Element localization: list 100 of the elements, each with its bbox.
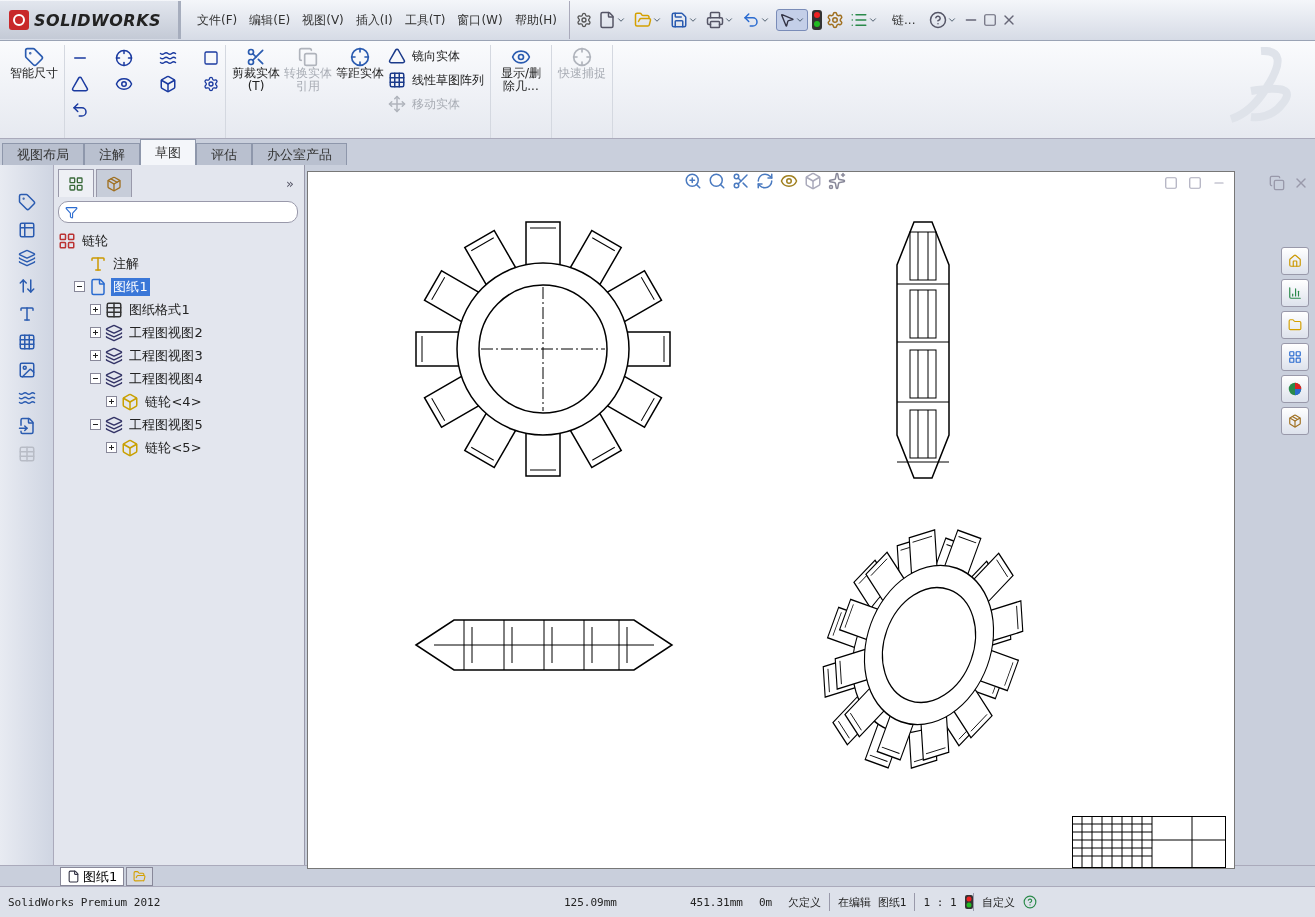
expand-toggle-icon[interactable]	[90, 327, 102, 338]
product-name: SolidWorks Premium 2012	[7, 895, 162, 909]
filter-field[interactable]	[58, 201, 298, 223]
tree-item[interactable]: 图纸1	[111, 277, 150, 296]
rectangle-icon[interactable]	[203, 49, 219, 67]
grid-icon[interactable]	[17, 333, 36, 351]
move-icon	[388, 95, 406, 113]
smart-dimension-button[interactable]: 智能尺寸	[10, 45, 58, 82]
editing-status: 在编辑 图纸1	[837, 894, 908, 910]
tree-item[interactable]: 图纸格式1	[127, 300, 192, 319]
wave-icon[interactable]	[17, 389, 36, 407]
y-coordinate: 451.31mm	[689, 895, 744, 909]
caret-icon	[652, 15, 663, 25]
table-icon[interactable]	[17, 221, 36, 239]
property-icon	[106, 175, 123, 192]
tree-item[interactable]: 链轮<5>	[143, 438, 204, 457]
expand-panel-glyph[interactable]: »	[286, 175, 294, 191]
command-tab[interactable]: 评估	[196, 143, 252, 165]
caret-icon	[724, 15, 735, 25]
menu-item[interactable]: 文件(F)	[191, 7, 244, 33]
swap-icon[interactable]	[17, 277, 36, 295]
pointer-icon	[779, 12, 796, 28]
expand-toggle-icon[interactable]	[106, 442, 118, 453]
explorer-button[interactable]	[1281, 311, 1309, 339]
tree-item[interactable]: 工程图视图5	[127, 415, 205, 434]
sheet-tab[interactable]: 图纸1	[60, 867, 125, 886]
linear-pattern-icon	[388, 71, 406, 89]
circle-icon[interactable]	[115, 49, 133, 67]
ribbon-tool[interactable]: 等距实体	[336, 45, 384, 82]
library-button[interactable]	[1281, 279, 1309, 307]
caret-icon	[760, 15, 771, 25]
command-tab[interactable]: 视图布局	[2, 143, 84, 165]
expand-toggle-icon[interactable]	[106, 396, 118, 407]
undo-icon	[742, 11, 761, 29]
tree-item[interactable]: 链轮<4>	[143, 392, 204, 411]
feature-tree-tab[interactable]	[58, 169, 95, 197]
file-icon[interactable]	[17, 417, 36, 435]
expand-toggle-icon[interactable]	[90, 350, 102, 361]
command-tab[interactable]: 草图	[140, 139, 196, 165]
folder-icon	[133, 870, 147, 883]
caret-icon	[795, 15, 806, 25]
caret-icon	[688, 15, 699, 25]
menu-item[interactable]: 帮助(H)	[508, 7, 564, 33]
ribbon-tool[interactable]: 线性草图阵列	[388, 71, 484, 89]
save-icon	[670, 11, 689, 29]
traffic-light-icon[interactable]	[812, 10, 823, 30]
spline-icon[interactable]	[159, 49, 177, 67]
command-tab[interactable]: 注解	[84, 143, 140, 165]
list-icon	[850, 11, 869, 29]
ribbon-tool[interactable]: 显示/删除几...	[497, 45, 545, 95]
layers-icon[interactable]	[17, 249, 36, 267]
options-icon[interactable]	[826, 11, 845, 29]
menu-item[interactable]: 编辑(E)	[243, 7, 297, 33]
sheet-scale: 1 : 1	[922, 895, 958, 909]
help-icon	[929, 11, 948, 29]
tag-icon[interactable]	[17, 193, 36, 211]
tree-item[interactable]: 链轮	[80, 231, 111, 250]
palette-button[interactable]	[1281, 343, 1309, 371]
properties-panel-button[interactable]	[1281, 407, 1309, 435]
appearance-button[interactable]	[1281, 375, 1309, 403]
collapse-toggle-icon[interactable]	[90, 373, 102, 384]
printer-icon	[706, 11, 725, 29]
property-tab[interactable]	[96, 169, 133, 197]
menu-item[interactable]: 插入(I)	[349, 7, 399, 33]
logo-icon	[8, 9, 30, 31]
caret-icon	[616, 15, 627, 25]
zoom-in-icon[interactable]	[684, 172, 702, 190]
maximize-icon[interactable]	[983, 13, 998, 27]
expand-toggle-icon[interactable]	[90, 304, 102, 315]
tree-item[interactable]: 注解	[111, 254, 142, 273]
menu-item[interactable]: 窗口(W)	[451, 7, 509, 33]
home-button[interactable]	[1281, 247, 1309, 275]
sheet-icon[interactable]	[89, 277, 108, 296]
status-help-icon[interactable]	[1022, 895, 1037, 909]
x-coordinate: 125.09mm	[563, 895, 618, 909]
zoom-area-icon[interactable]	[708, 172, 726, 190]
tree-icon	[68, 175, 85, 192]
tree-item[interactable]: 工程图视图4	[127, 369, 205, 388]
rebuild-light-icon[interactable]	[964, 895, 973, 909]
text-icon[interactable]	[17, 305, 36, 323]
menu-item[interactable]: 工具(T)	[398, 7, 452, 33]
caret-icon	[947, 15, 958, 25]
select-button[interactable]	[776, 9, 809, 31]
collapse-toggle-icon[interactable]	[74, 281, 86, 292]
caret-icon	[868, 15, 879, 25]
image-icon[interactable]	[17, 361, 36, 379]
ribbon-tool[interactable]: 剪裁实体(T)	[232, 45, 280, 95]
tree-item[interactable]: 工程图视图2	[127, 323, 205, 342]
command-tab[interactable]: 办公室产品	[252, 143, 347, 165]
ribbon-tool[interactable]: 镜向实体	[388, 47, 484, 65]
unit-system[interactable]: 自定义	[973, 894, 1023, 910]
menu-item[interactable]: 视图(V)	[296, 7, 350, 33]
rotate-icon[interactable]	[756, 172, 774, 190]
collapse-toggle-icon[interactable]	[90, 419, 102, 430]
home-icon	[1288, 252, 1302, 270]
definition-status: 欠定义	[787, 894, 823, 910]
tree-item[interactable]: 工程图视图3	[127, 346, 205, 365]
filter-icon	[65, 205, 79, 219]
document-icon	[598, 11, 617, 29]
display-icon[interactable]	[780, 172, 798, 190]
